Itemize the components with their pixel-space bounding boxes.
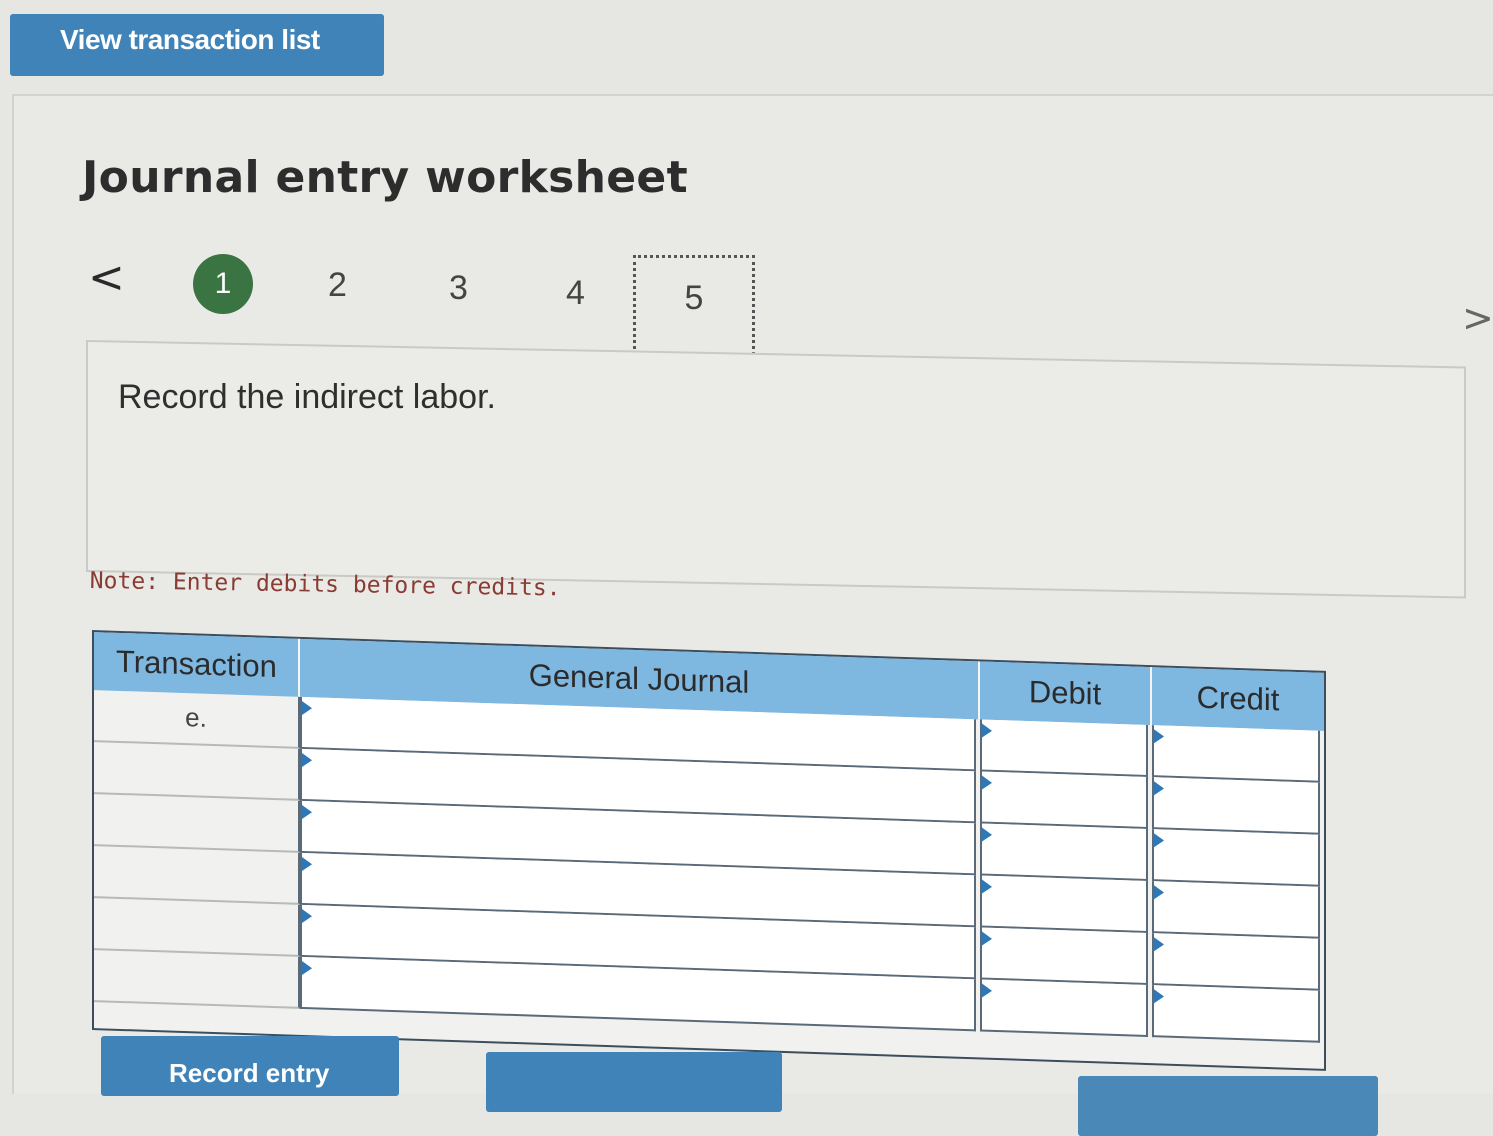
transaction-cell xyxy=(94,794,300,853)
credit-input[interactable] xyxy=(1152,777,1320,835)
debit-input[interactable] xyxy=(980,771,1148,830)
transaction-cell xyxy=(94,950,300,1009)
journal-table: Transaction General Journal Debit Credit… xyxy=(92,630,1326,1071)
transaction-cell xyxy=(94,898,300,957)
header-transaction: Transaction xyxy=(94,632,300,697)
step-3-button[interactable]: 3 xyxy=(449,269,468,308)
debit-input[interactable] xyxy=(980,719,1148,778)
credit-input[interactable] xyxy=(1152,725,1320,783)
view-general-journal-button[interactable] xyxy=(1078,1076,1378,1136)
debit-input[interactable] xyxy=(980,875,1148,934)
step-5-button[interactable]: 5 xyxy=(633,255,755,361)
step-2-button[interactable]: 2 xyxy=(328,266,347,305)
transaction-cell xyxy=(94,742,300,801)
debit-input[interactable] xyxy=(980,979,1148,1038)
clear-entry-button[interactable] xyxy=(486,1052,782,1112)
step-4-button[interactable]: 4 xyxy=(566,274,585,313)
header-debit: Debit xyxy=(980,661,1152,726)
step-1-button[interactable]: 1 xyxy=(193,254,253,314)
debit-input[interactable] xyxy=(980,823,1148,882)
credit-input[interactable] xyxy=(1152,933,1320,991)
credit-input[interactable] xyxy=(1152,985,1320,1043)
transaction-cell xyxy=(94,846,300,905)
chevron-right-icon[interactable]: > xyxy=(1462,296,1493,340)
credit-input[interactable] xyxy=(1152,829,1320,887)
header-credit: Credit xyxy=(1152,667,1324,731)
transaction-cell: e. xyxy=(94,690,300,749)
page-title: Journal entry worksheet xyxy=(82,152,688,203)
credit-input[interactable] xyxy=(1152,881,1320,939)
chevron-left-icon[interactable]: < xyxy=(88,252,125,303)
record-entry-button[interactable]: Record entry xyxy=(101,1036,399,1096)
debit-input[interactable] xyxy=(980,927,1148,986)
instruction-text: Record the indirect labor. xyxy=(118,378,496,416)
view-transaction-list-button[interactable]: View transaction list xyxy=(10,14,384,76)
